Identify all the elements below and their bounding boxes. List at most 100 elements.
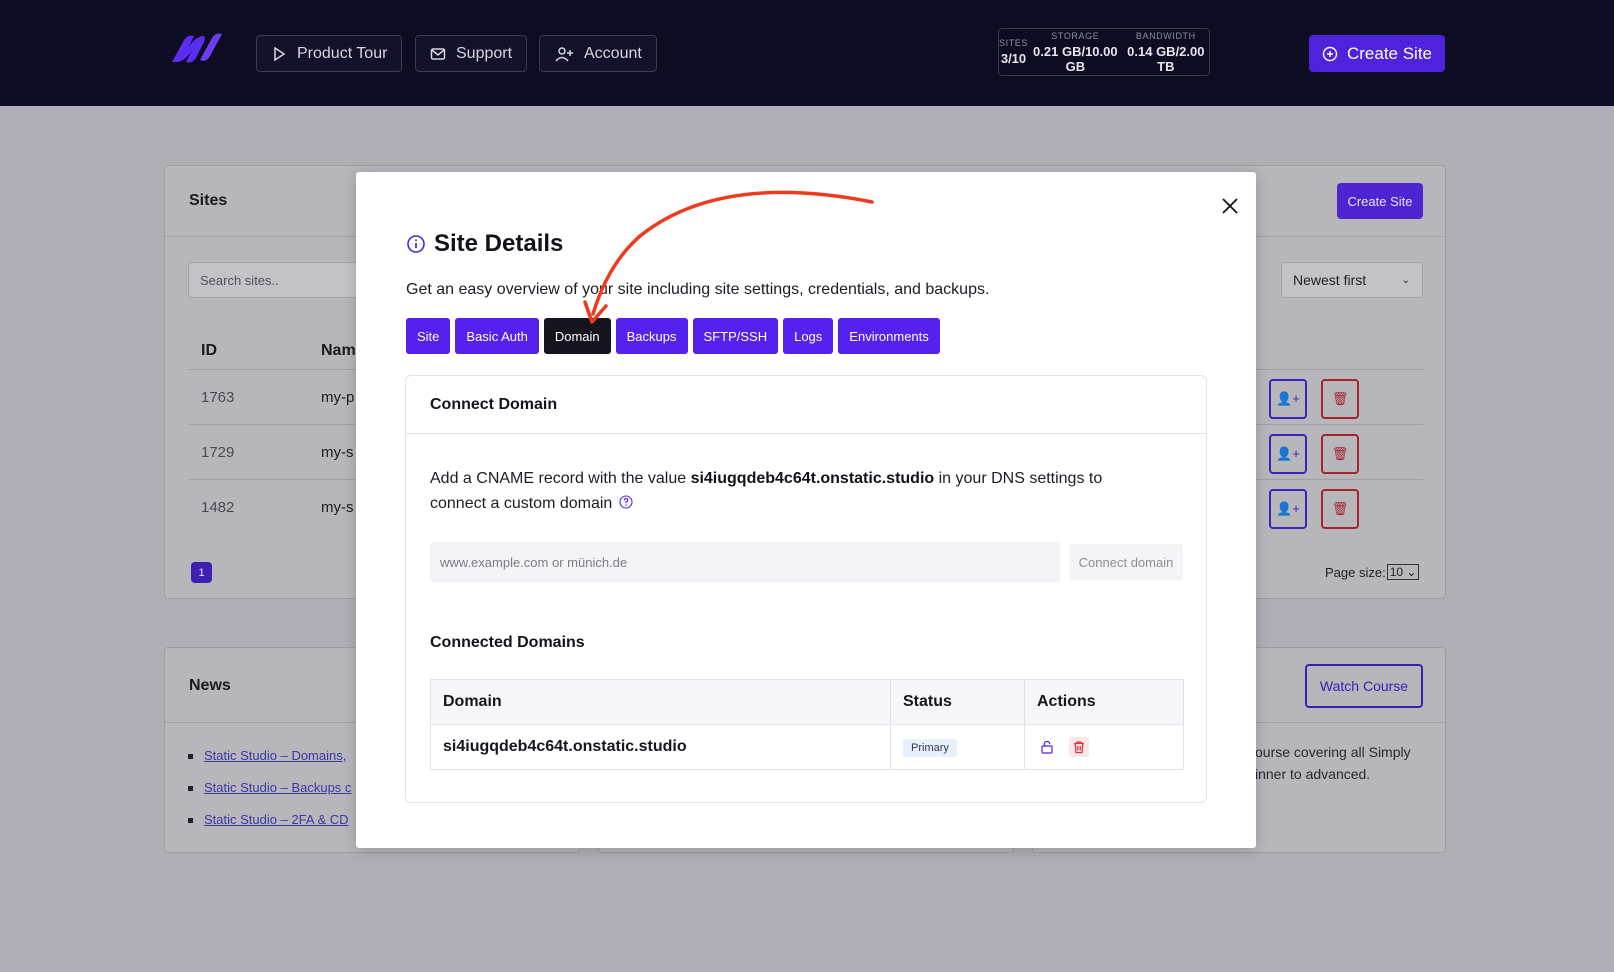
modal-subtitle: Get an easy overview of your site includ… — [406, 281, 990, 298]
connect-domain-title: Connect Domain — [430, 396, 558, 413]
stat-key: SITES — [999, 38, 1029, 48]
tab-environments[interactable]: Environments — [838, 318, 940, 354]
stat-key: BANDWIDTH — [1135, 30, 1196, 41]
brand-logo-icon[interactable] — [166, 32, 224, 64]
user-plus-icon — [555, 46, 573, 62]
trash-icon[interactable] — [1069, 737, 1089, 757]
modal-tabs: Site Basic Auth Domain Backups SFTP/SSH … — [406, 318, 940, 354]
account-button[interactable]: Account — [539, 35, 657, 72]
create-site-header-button[interactable]: Create Site — [1309, 35, 1445, 72]
action-icons — [1037, 737, 1183, 757]
stat-value: 0.14 GB/2.00 TB — [1127, 43, 1205, 74]
sites-title: Sites — [189, 192, 228, 209]
tab-basic-auth[interactable]: Basic Auth — [455, 318, 539, 354]
add-user-button[interactable]: 👤+ — [1269, 489, 1307, 529]
cname-value: si4iugqdeb4c64t.onstatic.studio — [690, 470, 935, 487]
mail-icon — [430, 47, 446, 60]
trash-icon: 🗑 — [1331, 501, 1349, 516]
domain-card: Connect Domain Add a CNAME record with t… — [405, 375, 1207, 803]
stat-bandwidth: BANDWIDTH 0.14 GB/2.00 TB — [1123, 31, 1209, 74]
plus-circle-icon — [1322, 46, 1338, 61]
stat-storage: STORAGE 0.21 GB/10.00 GB — [1028, 31, 1123, 74]
bullet — [188, 786, 193, 791]
connected-domains-table: Domain Status Actions si4iugqdeb4c64t.on… — [430, 679, 1184, 770]
trash-icon: 🗑 — [1331, 446, 1349, 461]
user-plus-icon: 👤+ — [1276, 446, 1300, 461]
page-size-select[interactable]: 10 ⌄ — [1386, 564, 1420, 580]
status-cell: Primary — [890, 724, 1025, 770]
course-text: ourse covering all Simply — [1255, 744, 1411, 760]
support-label: Support — [456, 44, 513, 62]
help-icon[interactable] — [619, 495, 633, 509]
product-tour-label: Product Tour — [297, 44, 388, 62]
sort-label: Newest first — [1293, 272, 1367, 288]
stat-key: STORAGE — [1051, 30, 1100, 41]
page-size-control: Page size: 10 ⌄ — [1325, 564, 1420, 580]
news-link[interactable]: Static Studio – 2FA & CD — [204, 812, 349, 827]
instruction-text: Add a CNAME record with the value — [430, 470, 691, 487]
course-text: inner to advanced. — [1255, 766, 1371, 782]
news-link[interactable]: Static Studio – Domains, — [204, 748, 346, 763]
status-badge: Primary — [903, 738, 957, 757]
modal-title: Site Details — [406, 230, 563, 258]
user-plus-icon: 👤+ — [1276, 391, 1300, 406]
col-name-header: Nam — [321, 342, 356, 359]
col-domain-header: Domain — [430, 679, 891, 725]
news-link[interactable]: Static Studio – Backups c — [204, 780, 351, 795]
tab-domain[interactable]: Domain — [543, 318, 611, 354]
tab-site[interactable]: Site — [406, 318, 451, 354]
top-header: Product Tour Support Account SITES 3/10 … — [0, 0, 1614, 106]
bullet — [188, 754, 193, 759]
domain-input[interactable] — [430, 542, 1060, 582]
pagination-page-1[interactable]: 1 — [191, 562, 212, 583]
modal-title-text: Site Details — [434, 230, 564, 257]
col-status-header: Status — [890, 679, 1025, 725]
site-id: 1482 — [201, 499, 235, 516]
bullet — [188, 818, 193, 823]
site-name[interactable]: my-s — [321, 444, 354, 461]
delete-site-button[interactable]: 🗑 — [1321, 434, 1359, 474]
col-id-header: ID — [201, 342, 217, 359]
page-size-value: 10 — [1389, 565, 1404, 579]
domain-cell: si4iugqdeb4c64t.onstatic.studio — [430, 724, 891, 770]
site-id: 1763 — [201, 389, 235, 406]
site-name[interactable]: my-p — [321, 389, 354, 406]
watch-course-button[interactable]: Watch Course — [1305, 664, 1423, 708]
info-icon — [407, 235, 425, 253]
connect-domain-button[interactable]: Connect domain — [1069, 544, 1183, 580]
close-icon[interactable] — [1218, 194, 1242, 218]
create-site-label: Create Site — [1346, 43, 1433, 63]
play-icon — [274, 46, 286, 61]
table-row: si4iugqdeb4c64t.onstatic.studio Primary — [430, 724, 1184, 770]
chevron-down-icon: ⌄ — [1401, 274, 1410, 286]
add-user-button[interactable]: 👤+ — [1269, 379, 1307, 419]
account-label: Account — [584, 44, 642, 62]
news-title: News — [189, 677, 231, 694]
trash-icon: 🗑 — [1331, 391, 1349, 406]
page-size-label: Page size: — [1325, 564, 1386, 580]
tab-logs[interactable]: Logs — [783, 318, 834, 354]
support-button[interactable]: Support — [415, 35, 528, 72]
site-id: 1729 — [201, 444, 235, 461]
tab-sftp-ssh[interactable]: SFTP/SSH — [692, 318, 779, 354]
delete-site-button[interactable]: 🗑 — [1321, 489, 1359, 529]
col-actions-header: Actions — [1024, 679, 1184, 725]
connected-domains-title: Connected Domains — [430, 634, 585, 651]
product-tour-button[interactable]: Product Tour — [256, 35, 403, 72]
cname-instructions: Add a CNAME record with the value si4iug… — [430, 466, 1150, 516]
add-user-button[interactable]: 👤+ — [1269, 434, 1307, 474]
search-sites-input[interactable]: Search sites.. — [188, 262, 368, 298]
stat-value: 3/10 — [1000, 51, 1027, 66]
card-header: Connect Domain — [406, 376, 1206, 434]
lock-icon[interactable] — [1037, 737, 1057, 757]
sort-select[interactable]: Newest first ⌄ — [1281, 262, 1423, 298]
create-site-button[interactable]: Create Site — [1337, 183, 1423, 219]
site-details-modal: Site Details Get an easy overview of you… — [356, 172, 1256, 848]
actions-cell — [1024, 724, 1184, 770]
delete-site-button[interactable]: 🗑 — [1321, 379, 1359, 419]
tab-backups[interactable]: Backups — [615, 318, 688, 354]
site-name[interactable]: my-s — [321, 499, 354, 516]
user-plus-icon: 👤+ — [1276, 501, 1300, 516]
stat-value: 0.21 GB/10.00 GB — [1033, 43, 1118, 74]
table-header-row: Domain Status Actions — [430, 679, 1184, 725]
